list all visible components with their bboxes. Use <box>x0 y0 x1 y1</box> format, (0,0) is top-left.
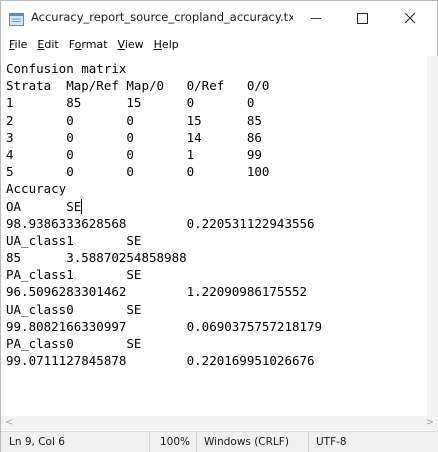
minimize-button[interactable]: — <box>293 1 339 35</box>
text-line: 5 0 0 0 100 <box>6 164 270 180</box>
menu-format[interactable]: Format <box>64 35 113 55</box>
text-line: 3 0 0 14 86 <box>6 129 262 145</box>
text-line: 99.8082166330997 0.0690375757218179 <box>6 318 323 334</box>
caret-line-text: OA SE <box>6 198 82 214</box>
text-line-with-caret: OA SE <box>6 198 427 215</box>
menu-help[interactable]: Help <box>149 35 184 55</box>
text-line: 96.5096283301462 1.22090986175552 <box>6 284 308 300</box>
text-line: PA_class0 SE <box>6 336 142 351</box>
encoding: UTF-8 <box>308 432 438 452</box>
text-line: 1 85 15 0 0 <box>6 95 255 111</box>
text-editor[interactable]: Confusion matrix Strata Map/Ref Map/0 0/… <box>1 56 427 416</box>
menu-bar: File Edit Format View Help <box>1 35 437 55</box>
text-line: UA_class1 SE <box>6 232 142 248</box>
notepad-app-icon <box>9 11 25 26</box>
scroll-left-icon[interactable]: < <box>5 417 13 428</box>
text-line: UA_class0 SE <box>6 301 142 317</box>
text-line: Strata Map/Ref Map/0 0/Ref 0/0 <box>6 78 270 94</box>
close-button[interactable] <box>387 1 433 35</box>
maximize-button[interactable] <box>339 1 385 35</box>
vertical-scrollbar[interactable] <box>427 56 438 416</box>
menu-edit[interactable]: Edit <box>32 35 63 55</box>
menu-view[interactable]: View <box>113 35 149 55</box>
status-bar: Ln 9, Col 6 100% Windows (CRLF) UTF-8 <box>1 431 438 452</box>
horizontal-scrollbar[interactable]: < > <box>1 416 438 430</box>
title-bar[interactable]: Accuracy_report_source_cropland_accuracy… <box>1 1 437 35</box>
text-line: Confusion matrix <box>6 61 127 76</box>
window-title: Accuracy_report_source_cropland_accuracy… <box>31 10 293 24</box>
close-icon <box>404 9 416 28</box>
notepad-window: Accuracy_report_source_cropland_accuracy… <box>0 0 438 452</box>
scroll-right-icon[interactable]: > <box>426 417 434 428</box>
cursor-position: Ln 9, Col 6 <box>9 436 65 448</box>
text-caret <box>81 198 83 214</box>
line-ending: Windows (CRLF) <box>196 432 308 452</box>
maximize-icon <box>356 9 368 28</box>
text-line: PA_class1 SE <box>6 267 142 283</box>
minimize-icon: — <box>310 11 322 25</box>
text-line: 98.9386333628568 0.220531122943556 <box>6 215 315 231</box>
text-line: 99.0711127845878 0.220169951026676 <box>6 353 315 369</box>
zoom-level: 100% <box>149 432 196 452</box>
text-line: 2 0 0 15 85 <box>6 112 262 128</box>
text-line: 4 0 0 1 99 <box>6 146 262 162</box>
text-line: 85 3.58870254858988 <box>6 250 187 266</box>
text-line: Accuracy <box>6 181 67 197</box>
menu-file[interactable]: File <box>4 35 32 55</box>
